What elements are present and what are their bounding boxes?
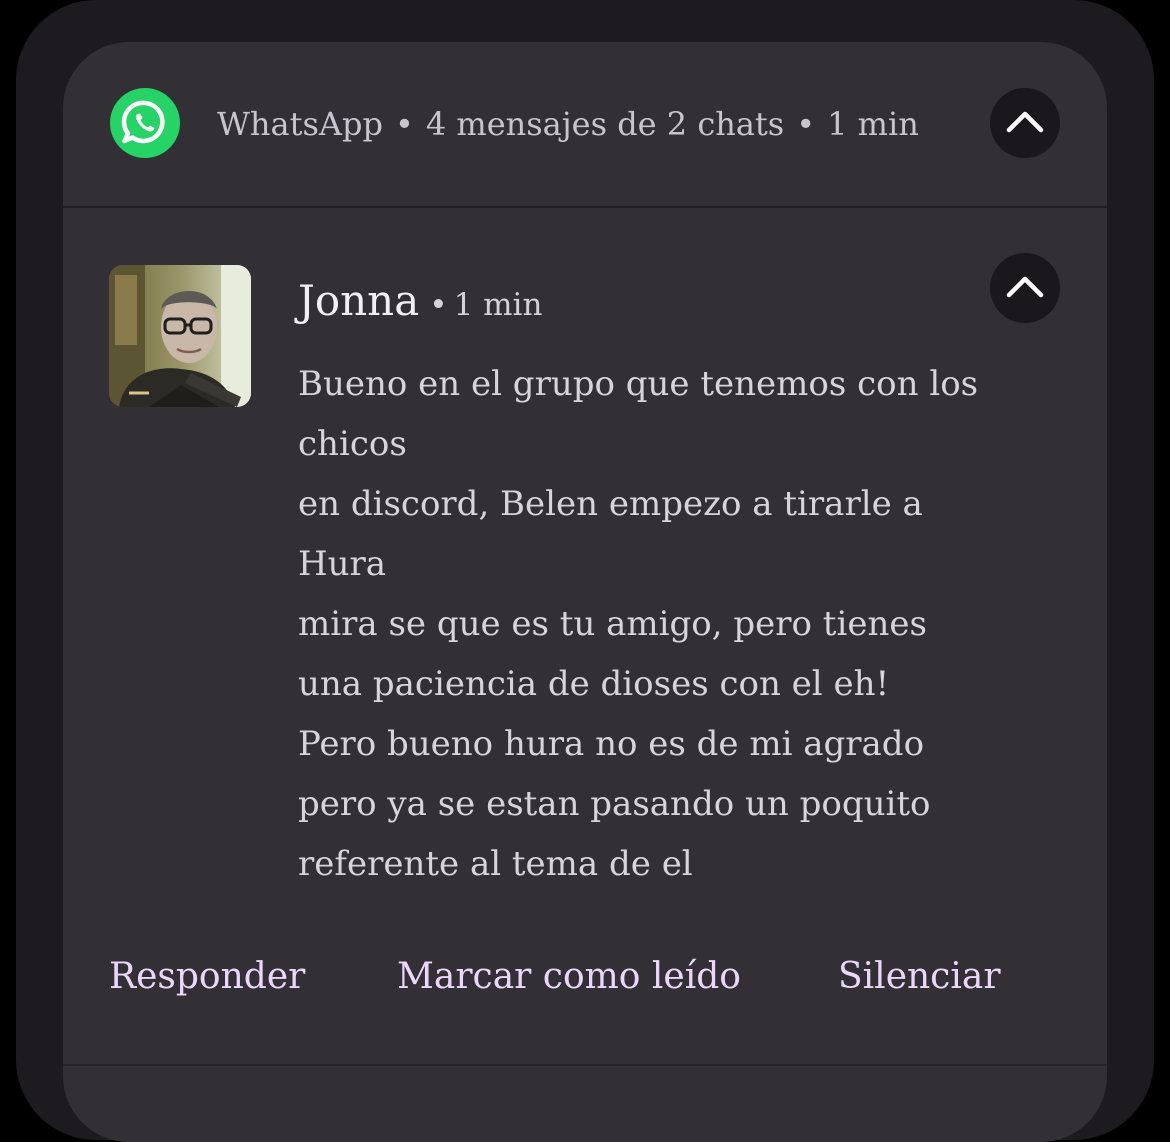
sender-name: Jonna — [298, 276, 420, 325]
notification-time: 1 min — [827, 105, 919, 143]
header-divider — [63, 206, 1107, 208]
whatsapp-icon — [110, 88, 180, 158]
message-line: Hura — [298, 544, 387, 584]
collapse-message-button[interactable] — [990, 253, 1060, 323]
app-name: WhatsApp — [217, 105, 383, 143]
bottom-divider — [63, 1064, 1107, 1066]
message-line: en discord, Belen empezo a tirarle a — [298, 484, 923, 524]
separator-dot: • — [429, 287, 448, 323]
message-line: una paciencia de dioses con el eh! — [298, 664, 890, 704]
mute-button[interactable]: Silenciar — [838, 952, 1001, 1002]
collapse-group-button[interactable] — [990, 88, 1060, 158]
avatar — [109, 265, 251, 407]
message-line: mira se que es tu amigo, pero tienes — [298, 604, 927, 644]
message-line: Pero bueno hura no es de mi agrado — [298, 724, 925, 764]
separator-dot: • — [796, 105, 816, 143]
notification-header[interactable]: WhatsApp • 4 mensajes de 2 chats • 1 min — [63, 42, 1107, 206]
message-line: Bueno en el grupo que tenemos con los — [298, 364, 979, 404]
message-body: Bueno en el grupo que tenemos con los ch… — [298, 354, 1078, 894]
separator-dot: • — [394, 105, 414, 143]
chevron-up-icon — [1006, 276, 1044, 298]
message-line: chicos — [298, 424, 407, 464]
chevron-up-icon — [1006, 111, 1044, 133]
notification-card[interactable]: WhatsApp•4 mensajes de 2 chats•1 min — [63, 42, 1107, 1142]
chat-summary: 4 mensajes de 2 chats — [425, 105, 785, 143]
message-line: pero ya se estan pasando un poquito — [298, 784, 931, 824]
message-header: Jonna • 1 min — [298, 272, 542, 339]
mark-read-button[interactable]: Marcar como leído — [397, 952, 741, 1002]
notification-summary: WhatsApp • 4 mensajes de 2 chats • 1 min — [217, 102, 919, 146]
message-time: 1 min — [453, 287, 543, 323]
reply-button[interactable]: Responder — [109, 952, 305, 1002]
notification-actions: Responder Marcar como leído Silenciar — [63, 942, 1107, 1012]
message-line: referente al tema de el — [298, 844, 693, 884]
